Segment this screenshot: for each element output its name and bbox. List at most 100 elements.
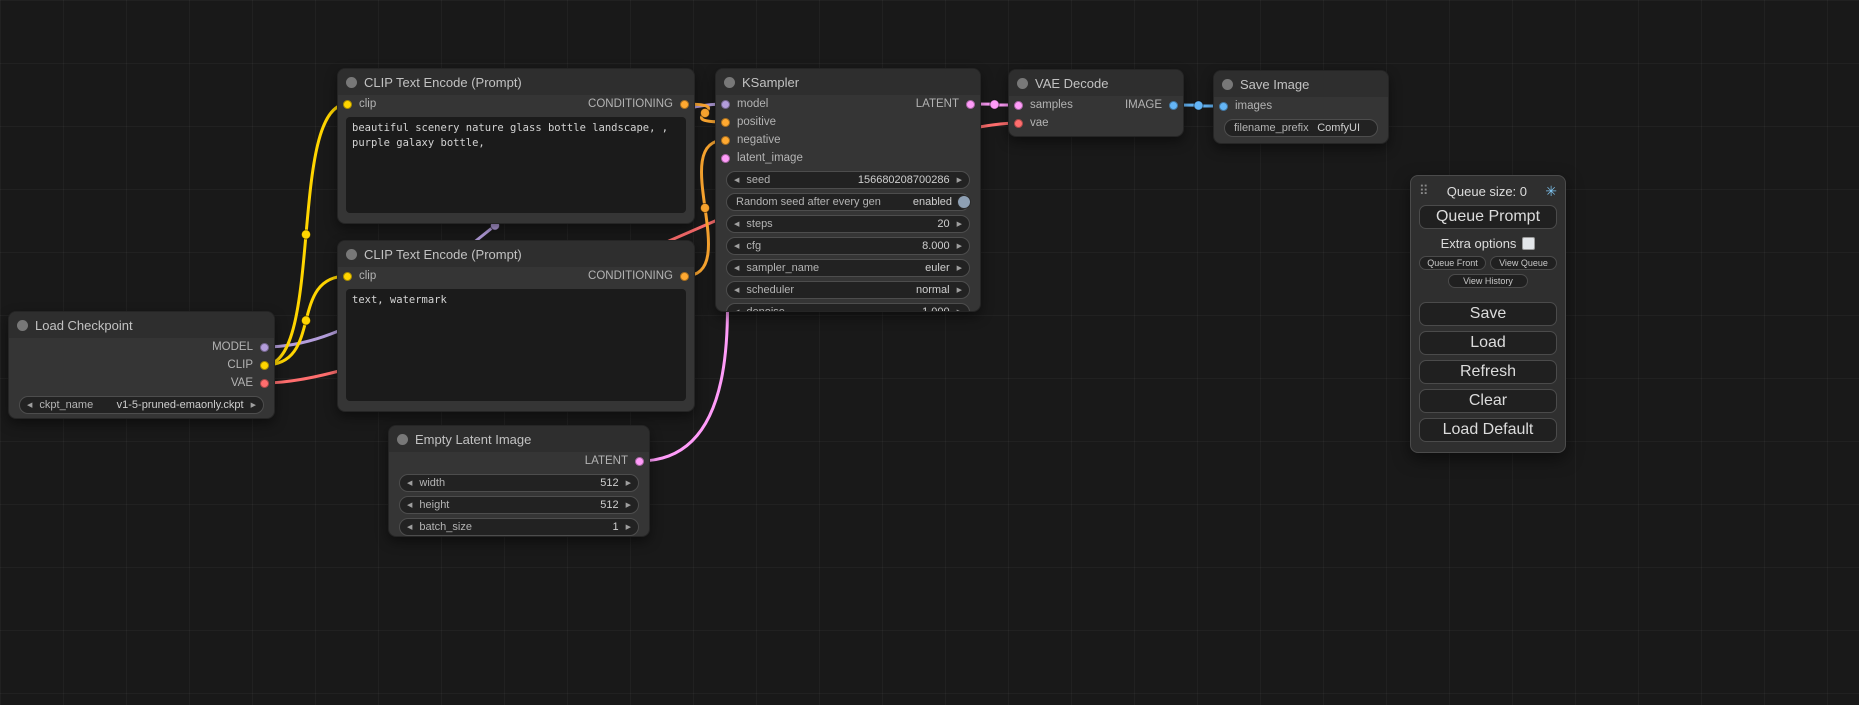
increment-arrow-icon[interactable]: ▶ [957,265,962,272]
increment-arrow-icon[interactable]: ▶ [626,502,631,509]
menu-header: ⠿ Queue size: 0 ✳ [1419,182,1557,200]
increment-arrow-icon[interactable]: ▶ [957,177,962,184]
scheduler-widget[interactable]: ◀ scheduler normal ▶ [726,281,970,299]
clear-button[interactable]: Clear [1419,389,1557,413]
increment-arrow-icon[interactable]: ▶ [251,402,256,409]
image-output-port[interactable] [1169,101,1178,110]
node-title-bar[interactable]: KSampler [716,69,980,95]
output-slot-latent: LATENT [389,452,649,470]
collapse-toggle-icon[interactable] [17,320,28,331]
queue-front-button[interactable]: Queue Front [1419,256,1486,270]
collapse-toggle-icon[interactable] [724,77,735,88]
conditioning-output-port[interactable] [680,272,689,281]
decrement-arrow-icon[interactable]: ◀ [734,221,739,228]
model-input-port[interactable] [721,100,730,109]
latent-output-port[interactable] [635,457,644,466]
node-clip-text-encode-negative[interactable]: CLIP Text Encode (Prompt) clip CONDITION… [337,240,695,412]
collapse-toggle-icon[interactable] [1222,79,1233,90]
node-title-bar[interactable]: CLIP Text Encode (Prompt) [338,69,694,95]
clip-input-port[interactable] [343,272,352,281]
node-clip-text-encode-positive[interactable]: CLIP Text Encode (Prompt) clip CONDITION… [337,68,695,224]
node-vae-decode[interactable]: VAE Decode samples IMAGE vae [1008,69,1184,137]
latent-image-input-port[interactable] [721,154,730,163]
increment-arrow-icon[interactable]: ▶ [957,309,962,313]
load-button[interactable]: Load [1419,331,1557,355]
widget-label: batch_size [419,521,472,533]
node-load-checkpoint[interactable]: Load Checkpoint MODEL CLIP VAE ◀ ckpt_na… [8,311,275,419]
cfg-widget[interactable]: ◀ cfg 8.000 ▶ [726,237,970,255]
widget-value: euler [925,262,949,274]
settings-gear-icon[interactable]: ✳ [1545,183,1557,200]
random-seed-toggle-widget[interactable]: Random seed after every gen enabled [726,193,970,211]
comfy-menu-panel[interactable]: ⠿ Queue size: 0 ✳ Queue Prompt Extra opt… [1410,175,1566,453]
latent-output-port[interactable] [966,100,975,109]
negative-input-port[interactable] [721,136,730,145]
batch-size-widget[interactable]: ◀ batch_size 1 ▶ [399,518,639,536]
decrement-arrow-icon[interactable]: ◀ [734,265,739,272]
collapse-toggle-icon[interactable] [346,77,357,88]
decrement-arrow-icon[interactable]: ◀ [407,502,412,509]
widget-label: Random seed after every gen [736,196,881,208]
width-widget[interactable]: ◀ width 512 ▶ [399,474,639,492]
decrement-arrow-icon[interactable]: ◀ [734,177,739,184]
increment-arrow-icon[interactable]: ▶ [957,221,962,228]
widget-value: normal [916,284,950,296]
increment-arrow-icon[interactable]: ▶ [626,480,631,487]
node-title-bar[interactable]: Load Checkpoint [9,312,274,338]
collapse-toggle-icon[interactable] [397,434,408,445]
samples-input-port[interactable] [1014,101,1023,110]
vae-output-port[interactable] [260,379,269,388]
conditioning-output-port[interactable] [680,100,689,109]
positive-input-port[interactable] [721,118,730,127]
node-empty-latent-image[interactable]: Empty Latent Image LATENT ◀ width 512 ▶ … [388,425,650,537]
node-title-bar[interactable]: CLIP Text Encode (Prompt) [338,241,694,267]
refresh-button[interactable]: Refresh [1419,360,1557,384]
increment-arrow-icon[interactable]: ▶ [626,524,631,531]
clip-output-port[interactable] [260,361,269,370]
input-slot-positive: positive [716,113,980,131]
decrement-arrow-icon[interactable]: ◀ [734,243,739,250]
widget-value: 512 [600,499,618,511]
collapse-toggle-icon[interactable] [346,249,357,260]
decrement-arrow-icon[interactable]: ◀ [407,524,412,531]
drag-handle-icon[interactable]: ⠿ [1419,183,1429,199]
queue-prompt-button[interactable]: Queue Prompt [1419,205,1557,229]
toggle-knob[interactable] [957,195,971,209]
load-default-button[interactable]: Load Default [1419,418,1557,442]
node-title-bar[interactable]: Save Image [1214,71,1388,97]
node-title-bar[interactable]: Empty Latent Image [389,426,649,452]
images-input-port[interactable] [1219,102,1228,111]
node-save-image[interactable]: Save Image images filename_prefix ComfyU… [1213,70,1389,144]
node-ksampler[interactable]: KSampler model LATENT positive negative … [715,68,981,312]
increment-arrow-icon[interactable]: ▶ [957,243,962,250]
filename-prefix-widget[interactable]: filename_prefix ComfyUI [1224,119,1378,137]
seed-widget[interactable]: ◀ seed 156680208700286 ▶ [726,171,970,189]
slot-row-model-latent: model LATENT [716,95,980,113]
node-title-bar[interactable]: VAE Decode [1009,70,1183,96]
steps-widget[interactable]: ◀ steps 20 ▶ [726,215,970,233]
save-button[interactable]: Save [1419,302,1557,326]
decrement-arrow-icon[interactable]: ◀ [407,480,412,487]
view-queue-button[interactable]: View Queue [1490,256,1557,270]
clip-input-port[interactable] [343,100,352,109]
increment-arrow-icon[interactable]: ▶ [957,287,962,294]
prompt-textarea[interactable]: text, watermark [346,289,686,401]
sampler-name-widget[interactable]: ◀ sampler_name euler ▶ [726,259,970,277]
ckpt-name-widget[interactable]: ◀ ckpt_name v1-5-pruned-emaonly.ckpt ▶ [19,396,264,414]
collapse-toggle-icon[interactable] [1017,78,1028,89]
widget-label: sampler_name [746,262,819,274]
decrement-arrow-icon[interactable]: ◀ [734,309,739,313]
view-history-row: View History [1419,274,1557,288]
prompt-textarea[interactable]: beautiful scenery nature glass bottle la… [346,117,686,213]
view-history-button[interactable]: View History [1448,274,1528,288]
widget-value: v1-5-pruned-emaonly.ckpt [117,399,244,411]
vae-input-port[interactable] [1014,119,1023,128]
height-widget[interactable]: ◀ height 512 ▶ [399,496,639,514]
model-output-port[interactable] [260,343,269,352]
decrement-arrow-icon[interactable]: ◀ [734,287,739,294]
node-graph-canvas[interactable]: Load Checkpoint MODEL CLIP VAE ◀ ckpt_na… [0,0,1859,705]
decrement-arrow-icon[interactable]: ◀ [27,402,32,409]
extra-options-checkbox[interactable] [1522,237,1535,250]
output-label: CLIP [227,359,253,371]
denoise-widget[interactable]: ◀ denoise 1.000 ▶ [726,303,970,312]
